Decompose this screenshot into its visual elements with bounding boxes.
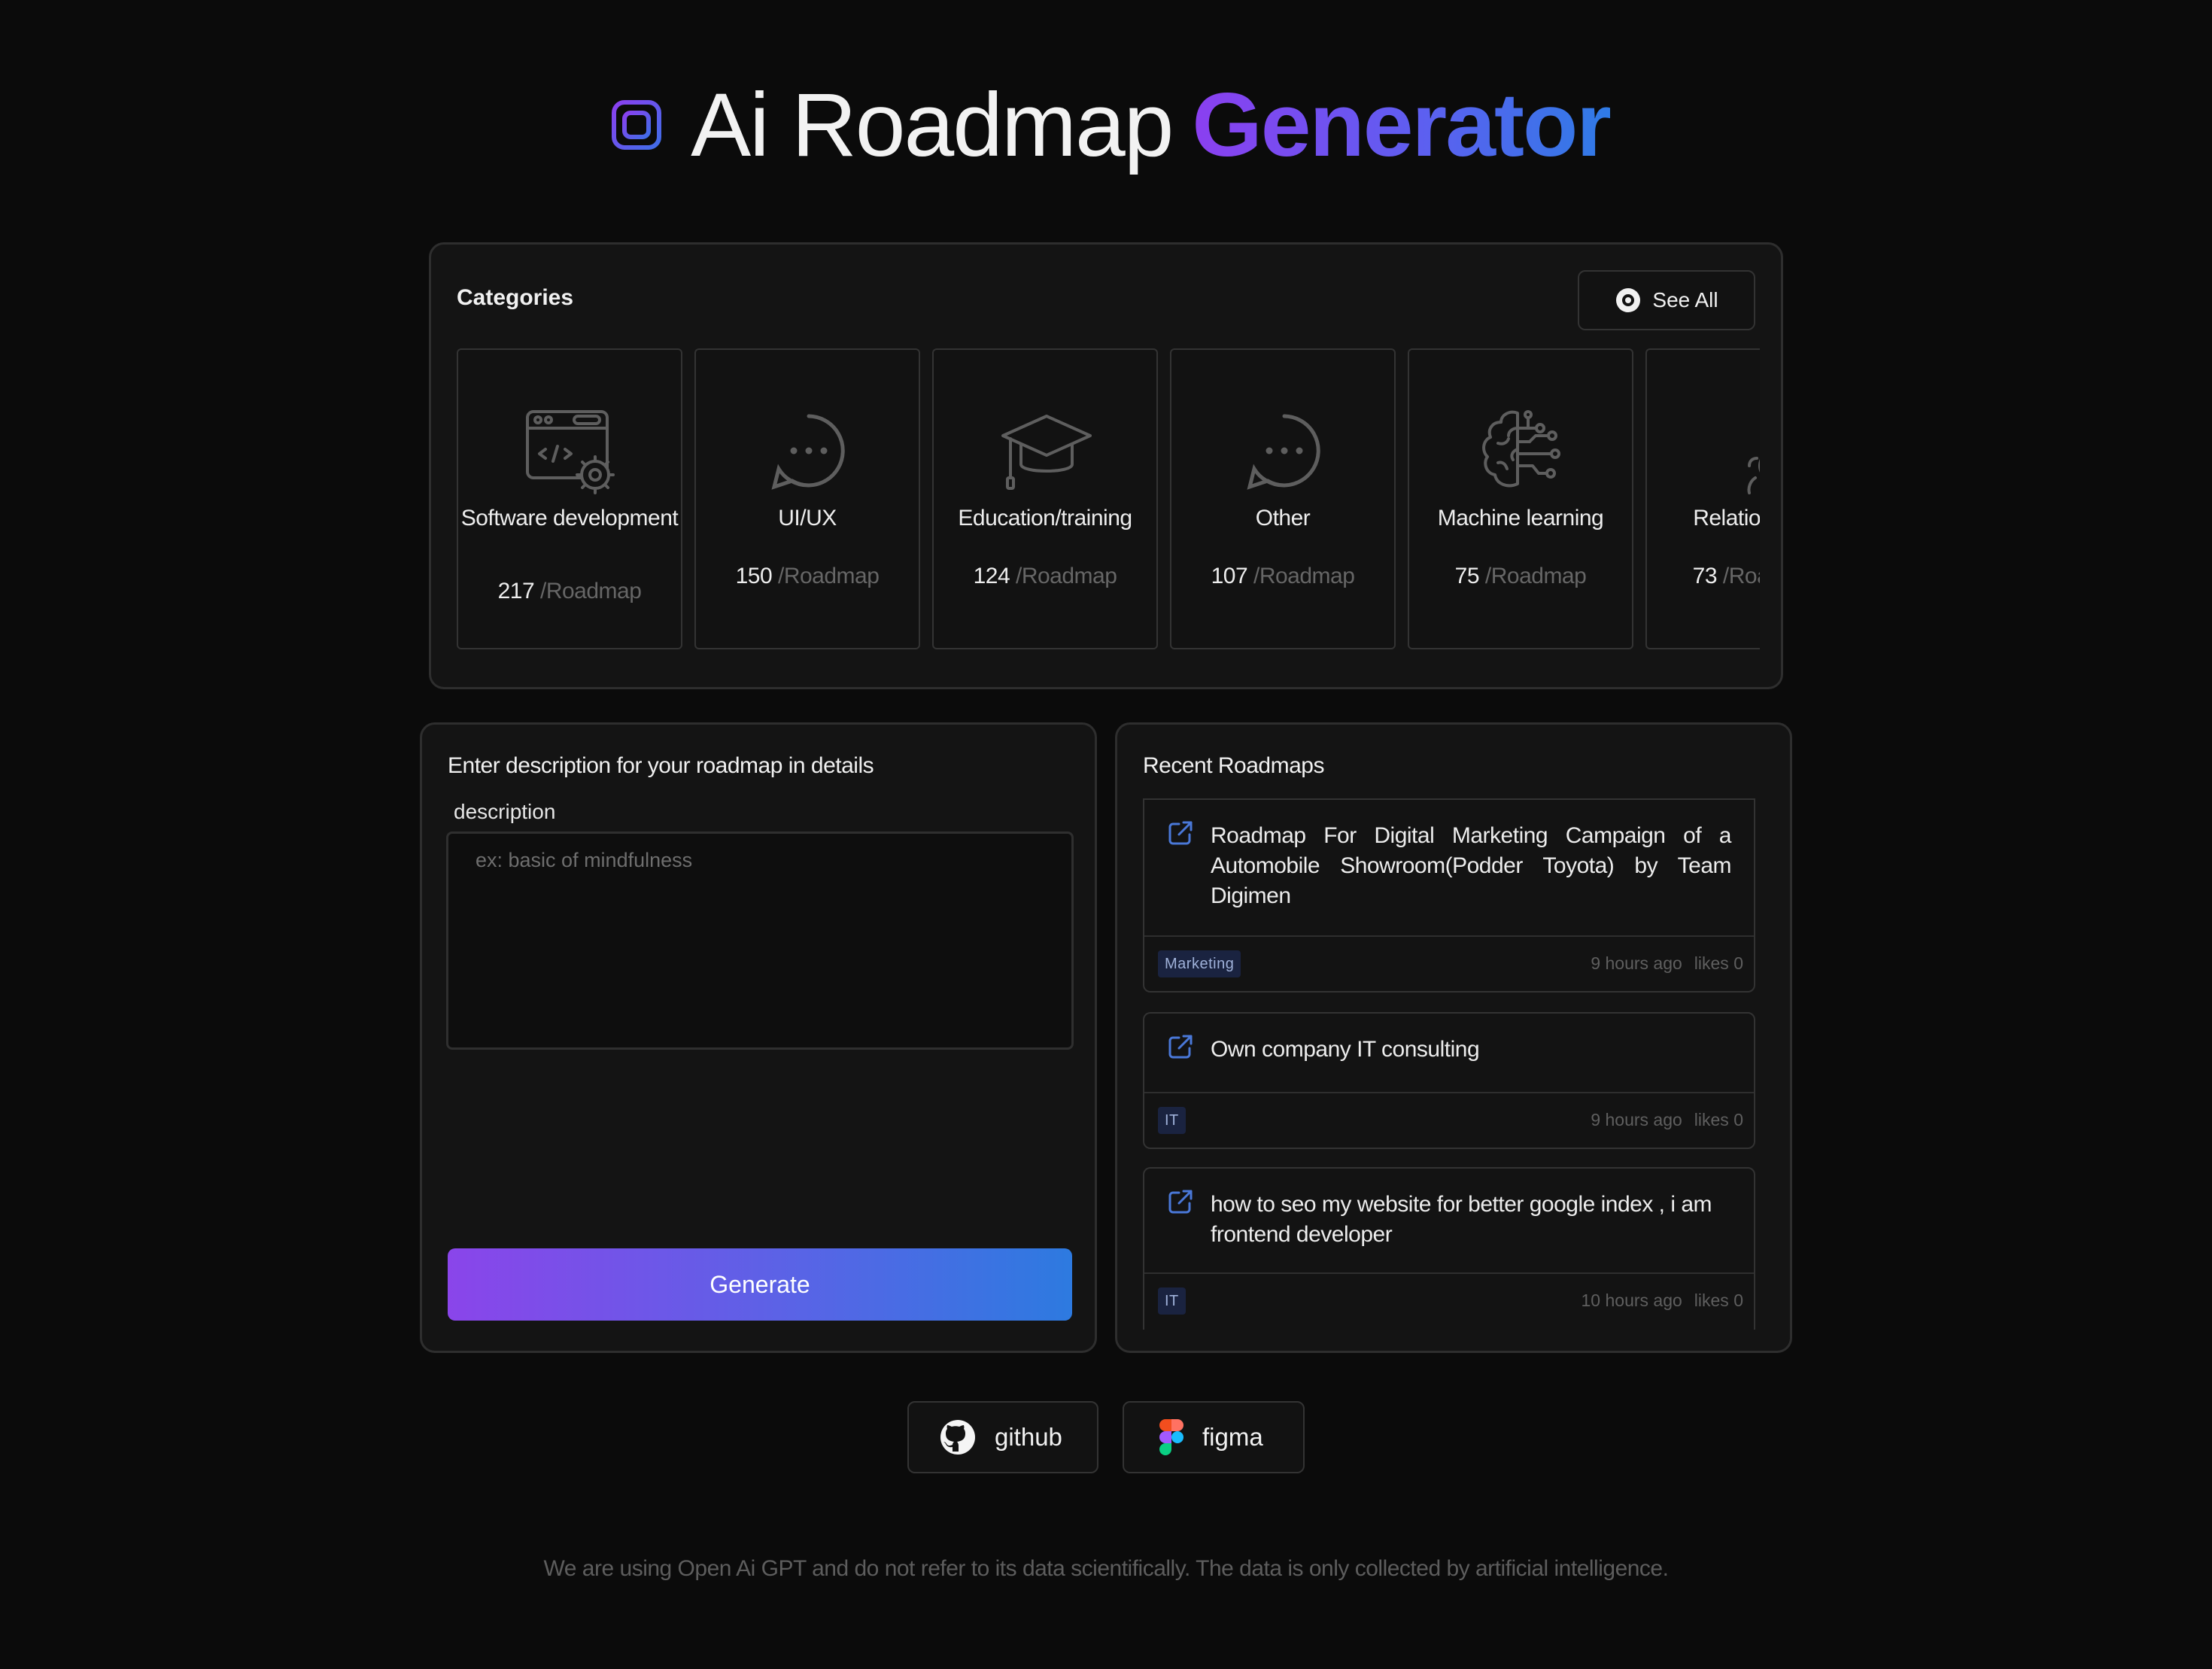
description-input[interactable] [446, 831, 1074, 1050]
category-count-unit: /Roadmap [1015, 564, 1117, 588]
figma-icon [1159, 1419, 1183, 1455]
roadmap-meta: 10 hours ago likes 0 [1582, 1291, 1743, 1311]
category-count-unit: /Roadmap [1484, 564, 1587, 588]
category-card-relationships[interactable]: Relationships 73 /Roadmap [1645, 348, 1760, 649]
category-name: Education/training [958, 506, 1132, 530]
external-link-icon[interactable] [1167, 819, 1194, 847]
category-count: 217 /Roadmap [458, 579, 681, 604]
description-label: description [454, 800, 556, 823]
description-panel: Enter description for your roadmap in de… [420, 722, 1097, 1353]
github-icon [940, 1420, 975, 1455]
see-all-label: See All [1652, 288, 1718, 312]
cpu-chip-icon [603, 91, 671, 159]
code-window-gear-icon [526, 410, 615, 494]
category-count: 75 /Roadmap [1409, 564, 1632, 589]
category-count-value: 124 [973, 564, 1010, 588]
category-name: Other [1255, 506, 1311, 530]
roadmap-meta: 9 hours ago likes 0 [1591, 1110, 1743, 1130]
category-count: 107 /Roadmap [1171, 564, 1394, 589]
category-count: 73 /Roadmap [1647, 564, 1760, 589]
brain-circuit-icon [1482, 410, 1560, 488]
category-count-unit: /Roadmap [777, 564, 880, 588]
github-label: github [995, 1423, 1062, 1451]
roadmap-tag: Marketing [1158, 950, 1241, 977]
roadmap-title[interactable]: Roadmap For Digital Marketing Campaign o… [1211, 821, 1732, 911]
category-name: Relationships [1693, 506, 1760, 530]
external-link-icon[interactable] [1167, 1188, 1194, 1215]
categories-panel: Categories See All Software development … [429, 242, 1783, 689]
list-item[interactable]: how to seo my website for better google … [1143, 1167, 1755, 1330]
page: Ai Roadmap Generator Categories See All [0, 0, 2212, 1669]
category-card-ui-ux[interactable]: UI/UX 150 /Roadmap [694, 348, 920, 649]
category-count: 150 /Roadmap [696, 564, 919, 589]
categories-carousel[interactable]: Software development 217 /Roadmap UI/UX … [457, 348, 1760, 652]
roadmap-time: 9 hours ago [1591, 953, 1682, 973]
recent-roadmaps-list[interactable]: Roadmap For Digital Marketing Campaign o… [1143, 798, 1760, 1330]
roadmap-footer: IT 10 hours ago likes 0 [1144, 1272, 1754, 1328]
roadmap-footer: IT 9 hours ago likes 0 [1144, 1092, 1754, 1148]
figma-link-button[interactable]: figma [1123, 1401, 1305, 1473]
category-card-other[interactable]: Other 107 /Roadmap [1170, 348, 1396, 649]
category-count-value: 217 [497, 579, 535, 603]
couple-heart-icon [1747, 457, 1760, 494]
category-count-value: 150 [735, 564, 773, 588]
roadmap-likes: likes 0 [1694, 1291, 1743, 1310]
graduation-cap-icon [1001, 415, 1092, 490]
figma-label: figma [1202, 1423, 1263, 1451]
category-count-value: 107 [1211, 564, 1248, 588]
page-title: Ai Roadmap [691, 74, 1174, 175]
category-name: UI/UX [778, 506, 837, 530]
category-name: Machine learning [1437, 506, 1604, 530]
roadmap-footer: Marketing 9 hours ago likes 0 [1144, 935, 1754, 991]
category-card-software-development[interactable]: Software development 217 /Roadmap [457, 348, 682, 649]
roadmap-likes: likes 0 [1694, 953, 1743, 973]
category-count-value: 75 [1454, 564, 1480, 588]
category-count: 124 /Roadmap [934, 564, 1156, 589]
category-card-education-training[interactable]: Education/training 124 /Roadmap [932, 348, 1158, 649]
category-count-unit: /Roadmap [1253, 564, 1355, 588]
roadmap-time: 10 hours ago [1581, 1291, 1682, 1310]
category-count-value: 73 [1692, 564, 1718, 588]
roadmap-title[interactable]: Own company IT consulting [1211, 1035, 1731, 1065]
description-heading: Enter description for your roadmap in de… [448, 753, 874, 778]
external-link-icon[interactable] [1167, 1033, 1194, 1060]
roadmap-likes: likes 0 [1694, 1110, 1743, 1129]
roadmap-tag: IT [1158, 1287, 1186, 1315]
see-all-button[interactable]: See All [1578, 270, 1755, 330]
chat-bubble-dots-icon [771, 414, 845, 490]
recent-roadmaps-heading: Recent Roadmaps [1143, 753, 1324, 778]
github-link-button[interactable]: github [907, 1401, 1098, 1473]
footer-disclaimer: We are using Open Ai GPT and do not refe… [543, 1556, 1669, 1581]
eye-icon [1616, 288, 1641, 312]
roadmap-title[interactable]: how to seo my website for better google … [1211, 1190, 1731, 1250]
category-name: Software development [460, 506, 679, 530]
list-item[interactable]: Roadmap For Digital Marketing Campaign o… [1143, 798, 1755, 993]
roadmap-time: 9 hours ago [1591, 1110, 1682, 1129]
category-count-unit: /Roadmap [1722, 564, 1760, 588]
chat-bubble-dots-icon [1247, 414, 1320, 490]
category-count-unit: /Roadmap [539, 579, 642, 603]
list-item[interactable]: Own company IT consulting IT 9 hours ago… [1143, 1012, 1755, 1149]
page-title-accent: Generator [1192, 74, 1612, 175]
categories-title: Categories [457, 285, 574, 310]
generate-button[interactable]: Generate [448, 1248, 1072, 1321]
recent-roadmaps-panel: Recent Roadmaps Roadmap For Digital Mark… [1115, 722, 1792, 1353]
page-header: Ai Roadmap Generator [0, 72, 2212, 178]
category-card-machine-learning[interactable]: Machine learning 75 /Roadmap [1408, 348, 1633, 649]
roadmap-meta: 9 hours ago likes 0 [1591, 953, 1743, 974]
roadmap-tag: IT [1158, 1107, 1186, 1134]
